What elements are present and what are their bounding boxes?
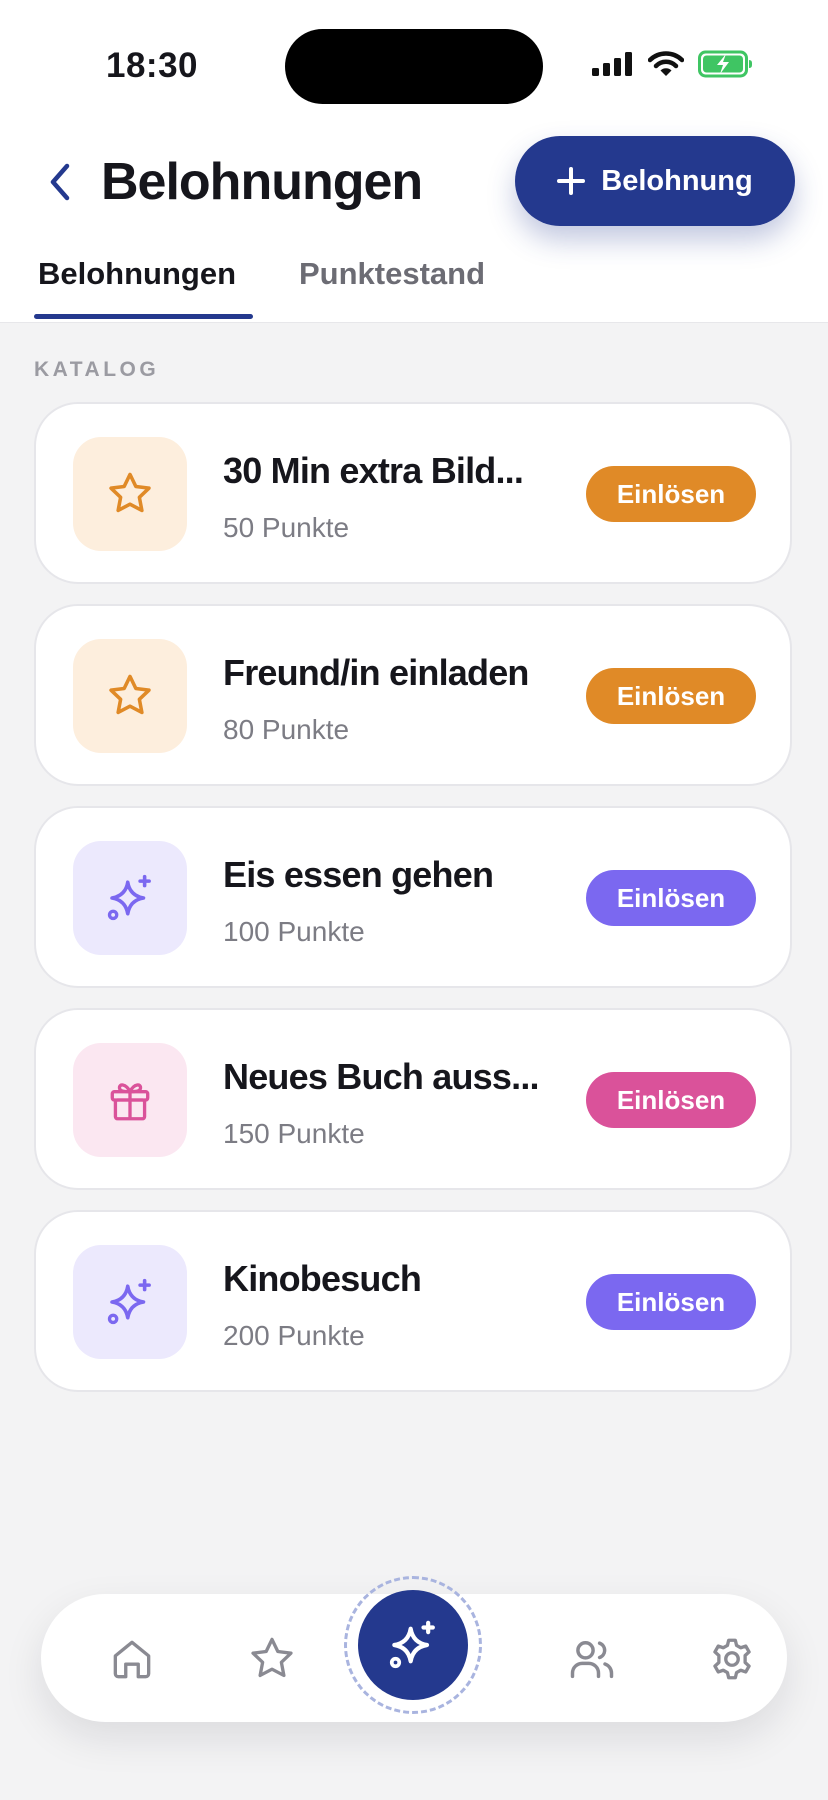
nav-family[interactable] — [557, 1624, 627, 1694]
sparkles-icon — [107, 1278, 151, 1325]
add-reward-button[interactable]: Belohnung — [515, 136, 795, 226]
star-icon — [109, 472, 151, 513]
battery-charging-icon — [698, 50, 752, 78]
nav-home[interactable] — [97, 1624, 167, 1694]
section-label-katalog: KATALOG — [34, 358, 160, 381]
top-area: 18:30 Belohnungen Belohnung Belohnungen … — [0, 0, 828, 323]
reward-title: 30 Min extra Bild... — [223, 450, 524, 491]
tab-punktestand[interactable]: Punktestand — [299, 256, 485, 292]
star-icon — [251, 1637, 293, 1678]
reward-card: Neues Buch auss... 150 Punkte Einlösen — [34, 1008, 792, 1190]
wifi-icon — [648, 51, 684, 76]
users-icon — [570, 1641, 614, 1679]
redeem-button[interactable]: Einlösen — [586, 1072, 756, 1128]
reward-icon-tile — [73, 1245, 187, 1359]
reward-card: Eis essen gehen 100 Punkte Einlösen — [34, 806, 792, 988]
reward-icon-tile — [73, 1043, 187, 1157]
redeem-button[interactable]: Einlösen — [586, 668, 756, 724]
reward-icon-tile — [73, 437, 187, 551]
tab-belohnungen[interactable]: Belohnungen — [38, 256, 236, 292]
reward-icon-tile — [73, 841, 187, 955]
reward-points: 200 Punkte — [223, 1320, 365, 1351]
signal-icon — [592, 52, 632, 76]
nav-settings[interactable] — [697, 1624, 767, 1694]
active-tab-indicator — [34, 314, 253, 319]
reward-title: Eis essen gehen — [223, 854, 494, 895]
reward-title: Kinobesuch — [223, 1258, 422, 1299]
home-icon — [113, 1640, 151, 1679]
reward-points: 50 Punkte — [223, 512, 350, 543]
reward-card: 30 Min extra Bild... 50 Punkte Einlösen — [34, 402, 792, 584]
sparkles-icon — [107, 874, 151, 921]
reward-points: 80 Punkte — [223, 714, 350, 745]
status-time: 18:30 — [106, 46, 199, 85]
reward-title: Neues Buch auss... — [223, 1056, 540, 1097]
plus-icon — [557, 167, 586, 195]
gift-icon — [110, 1083, 150, 1121]
redeem-button[interactable]: Einlösen — [586, 466, 756, 522]
status-icons — [592, 50, 754, 78]
back-button[interactable] — [40, 158, 80, 206]
nav-center-button[interactable] — [358, 1590, 468, 1700]
nav-rewards[interactable] — [237, 1624, 307, 1694]
reward-title: Freund/in einladen — [223, 652, 529, 693]
redeem-button[interactable]: Einlösen — [586, 1274, 756, 1330]
reward-card: Kinobesuch 200 Punkte Einlösen — [34, 1210, 792, 1392]
add-reward-label: Belohnung — [601, 164, 753, 197]
star-icon — [109, 674, 151, 715]
chevron-left-icon — [50, 163, 70, 201]
reward-points: 100 Punkte — [223, 916, 365, 947]
gear-icon — [713, 1638, 751, 1680]
reward-card: Freund/in einladen 80 Punkte Einlösen — [34, 604, 792, 786]
dynamic-island — [285, 29, 543, 104]
redeem-button[interactable]: Einlösen — [586, 870, 756, 926]
reward-points: 150 Punkte — [223, 1118, 365, 1149]
sparkles-icon — [389, 1620, 435, 1669]
page-title: Belohnungen — [101, 153, 423, 211]
reward-icon-tile — [73, 639, 187, 753]
